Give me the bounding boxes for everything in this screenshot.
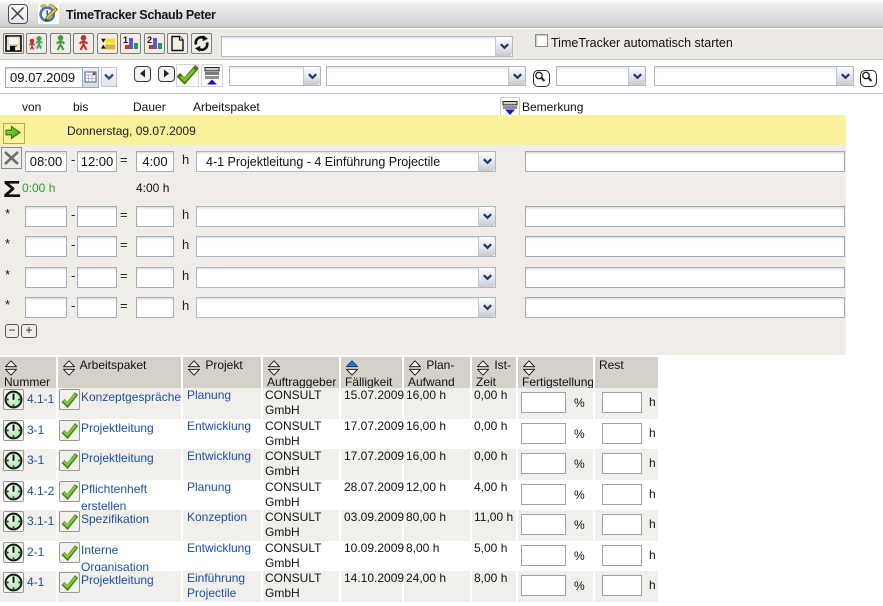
svg-text:1: 1	[123, 35, 128, 45]
svg-text:2: 2	[147, 35, 152, 45]
